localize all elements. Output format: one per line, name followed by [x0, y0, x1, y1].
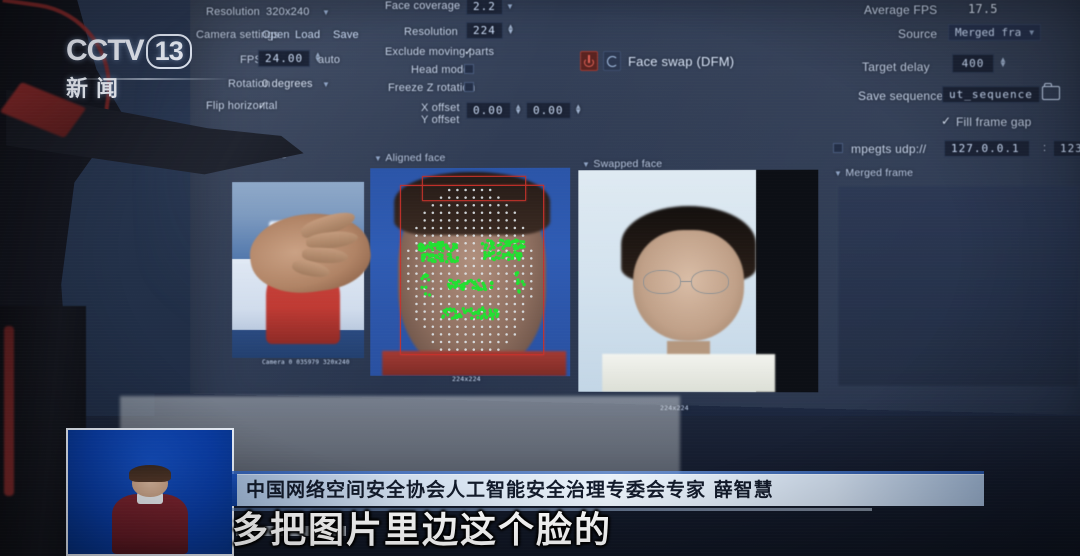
- lower-third-text: 中国网络空间安全协会人工智能安全治理专委会专家 薛智慧: [246, 474, 774, 506]
- lower-third-left-edge: [232, 474, 237, 506]
- resolution-value[interactable]: 320x240: [266, 6, 310, 18]
- aligned-face-caption: 224x224: [452, 375, 481, 383]
- source-label: Source: [898, 27, 937, 41]
- save-sequence-input[interactable]: ut_sequence: [942, 86, 1040, 103]
- channel-sub-text: 新闻: [66, 71, 216, 103]
- lower-third-bar: 中国网络空间安全协会人工智能安全治理专委会专家 薛智慧: [232, 474, 984, 506]
- fps-auto-button[interactable]: auto: [318, 54, 340, 66]
- resolution-label: Resolution: [206, 6, 260, 18]
- exclude-moving-parts-checkbox[interactable]: ✓: [464, 45, 473, 58]
- open-button[interactable]: Open: [262, 29, 290, 41]
- mpegts-label: mpegts udp://: [851, 142, 926, 156]
- fps-input[interactable]: 24.00: [258, 50, 310, 67]
- presenter-side-stripe: [4, 326, 14, 496]
- target-delay-stepper[interactable]: ▲▼: [998, 57, 1007, 67]
- folder-icon[interactable]: [1042, 86, 1060, 100]
- rotation-value[interactable]: 0 degrees: [262, 78, 313, 90]
- rotation-dropdown-icon[interactable]: ▼: [322, 80, 330, 89]
- target-delay-input[interactable]: 400: [952, 54, 994, 73]
- face-coverage-input[interactable]: 2.2: [466, 0, 503, 15]
- mpegts-port-separator: :: [1043, 142, 1046, 154]
- align-resolution-input[interactable]: 224: [466, 22, 503, 39]
- anchor-hair: [129, 465, 172, 482]
- aligned-face-section-label: Aligned face: [385, 152, 445, 164]
- merged-frame-collapse-icon[interactable]: ▼: [834, 169, 842, 178]
- broadcast-screenshot: Resolution 320x240 ▼ Camera settings Ope…: [0, 0, 1080, 556]
- source-dropdown-icon[interactable]: ▼: [1029, 28, 1034, 37]
- glasses-bridge-icon: [681, 281, 691, 282]
- aligned-face-collapse-icon[interactable]: ▼: [374, 154, 382, 163]
- exclude-moving-parts-label: Exclude moving parts: [385, 46, 494, 58]
- mpegts-enable-checkbox[interactable]: [833, 143, 843, 153]
- freeze-z-rotation-label: Freeze Z rotation: [388, 82, 475, 94]
- subtitle-bar: 多把图片里边这个脸的: [0, 506, 1080, 556]
- merged-frame-section-label: Merged frame: [845, 167, 913, 179]
- average-fps-value: 17.5: [968, 2, 998, 16]
- freeze-z-rotation-checkbox[interactable]: [464, 82, 474, 92]
- x-offset-stepper[interactable]: ▲▼: [514, 104, 523, 114]
- source-dropdown[interactable]: Merged fra ▼: [948, 24, 1041, 41]
- average-fps-label: Average FPS: [864, 3, 937, 17]
- glasses-left-lens-icon: [643, 270, 681, 294]
- channel-number: 13: [146, 34, 192, 69]
- flip-horizontal-checkbox[interactable]: ✓: [258, 99, 267, 112]
- target-delay-label: Target delay: [862, 60, 930, 74]
- align-resolution-stepper[interactable]: ▲▼: [506, 24, 515, 34]
- face-swap-title: Face swap (DFM): [628, 54, 734, 69]
- x-offset-input[interactable]: 0.00: [466, 102, 511, 119]
- head-mode-checkbox[interactable]: [464, 64, 474, 74]
- mpegts-port-input[interactable]: 123: [1053, 140, 1080, 157]
- source-dropdown-value: Merged fra: [955, 26, 1021, 39]
- x-offset-label: X offset: [421, 102, 460, 114]
- swapped-face-shirt: [602, 354, 775, 392]
- swapped-face-section-label: Swapped face: [593, 158, 662, 170]
- aligned-face-preview[interactable]: [370, 168, 570, 376]
- swapped-face-collapse-icon[interactable]: ▼: [582, 160, 590, 169]
- y-offset-input[interactable]: 0.00: [526, 102, 571, 119]
- glasses-right-lens-icon: [691, 270, 729, 294]
- channel-logo-text: CCTV: [66, 34, 144, 67]
- face-landmark-mesh: [370, 168, 570, 376]
- power-icon[interactable]: [580, 51, 598, 71]
- y-offset-stepper[interactable]: ▲▼: [574, 104, 583, 114]
- save-button[interactable]: Save: [333, 29, 359, 41]
- head-mode-label: Head mode: [411, 64, 470, 76]
- y-offset-label: Y offset: [421, 114, 460, 126]
- fill-frame-gap-checkbox[interactable]: ✓: [941, 114, 951, 128]
- save-sequence-label: Save sequence: [858, 89, 943, 103]
- resolution-dropdown-icon[interactable]: ▼: [322, 8, 330, 17]
- fill-frame-gap-label: Fill frame gap: [956, 115, 1032, 129]
- align-resolution-label: Resolution: [404, 26, 458, 38]
- face-coverage-stepper-icon[interactable]: ▼: [506, 2, 514, 11]
- source-frame-caption: Camera 0 035979 320x240: [262, 359, 350, 366]
- subtitle-text: 多把图片里边这个脸的: [232, 506, 992, 556]
- merged-frame-preview[interactable]: [838, 186, 1078, 387]
- refresh-icon[interactable]: [603, 51, 621, 71]
- channel-logo: CCTV13 新闻: [66, 34, 216, 118]
- mpegts-host-input[interactable]: 127.0.0.1: [944, 140, 1030, 157]
- face-coverage-label: Face coverage: [385, 0, 460, 12]
- load-button[interactable]: Load: [295, 29, 320, 41]
- swapped-face-preview[interactable]: [578, 170, 818, 393]
